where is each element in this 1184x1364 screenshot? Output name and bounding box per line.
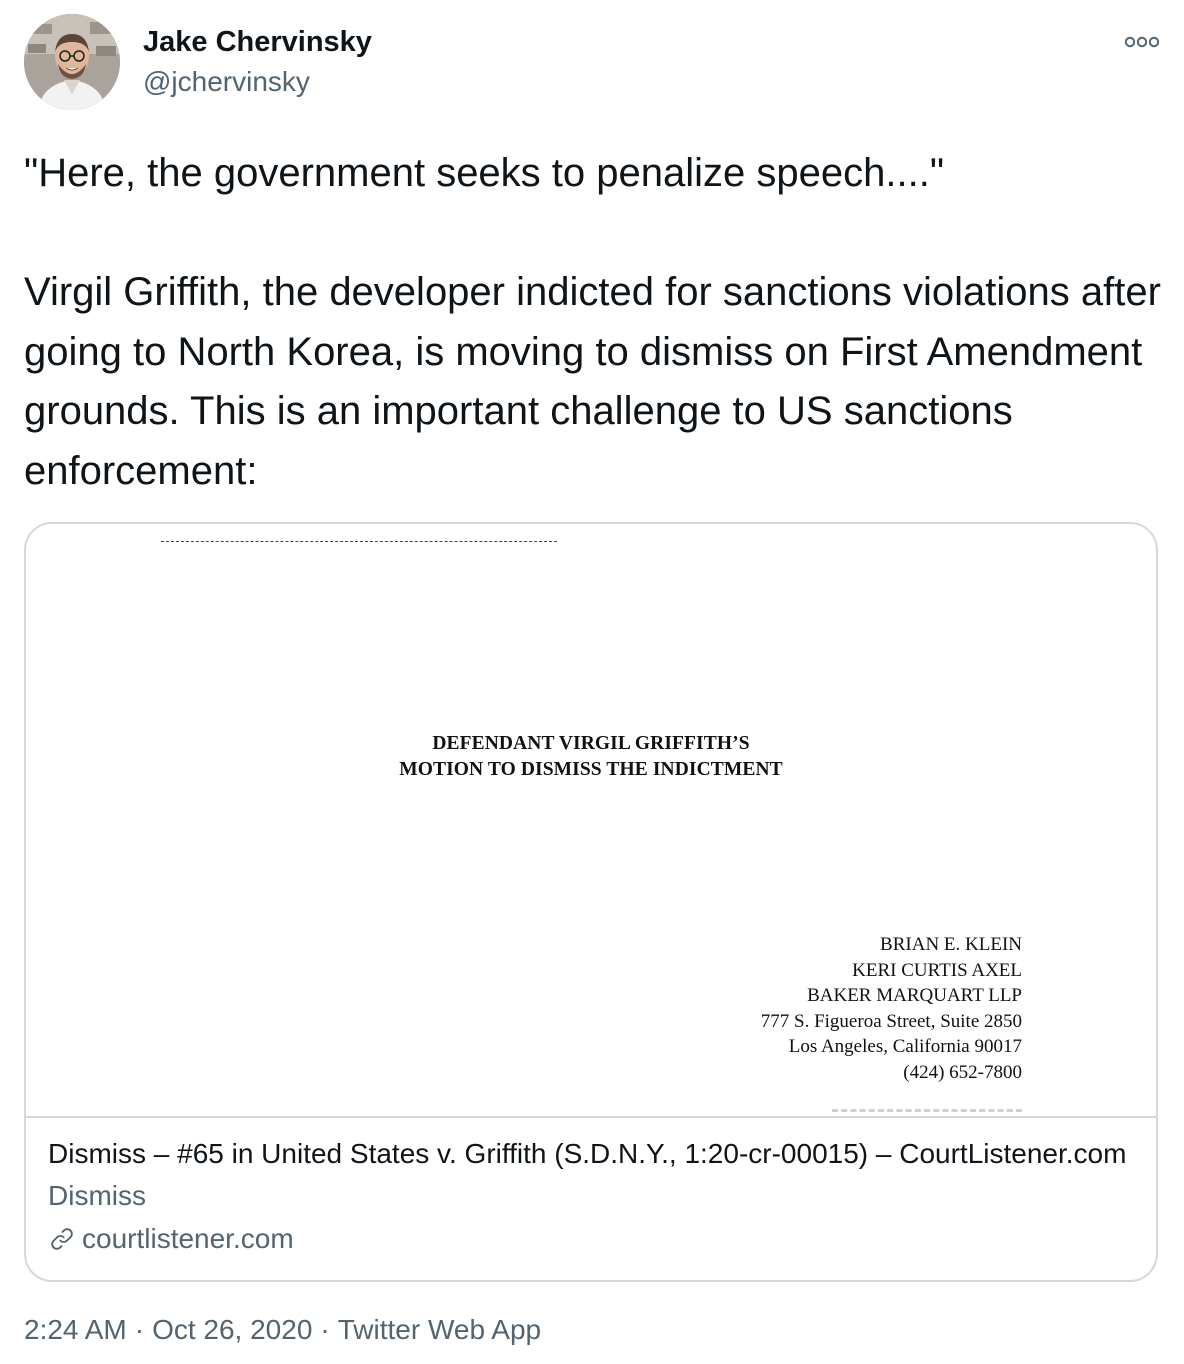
card-domain[interactable]: courtlistener.com	[48, 1219, 1138, 1259]
link-card[interactable]: DEFENDANT VIRGIL GRIFFITH’S MOTION TO DI…	[24, 522, 1158, 1282]
document-dashed-rule	[161, 541, 557, 542]
author-name[interactable]: Jake Chervinsky	[143, 26, 372, 59]
address-line: BAKER MARQUART LLP	[807, 985, 1022, 1007]
address-line: (424) 652-7800	[903, 1061, 1022, 1083]
avatar[interactable]	[24, 14, 120, 110]
document-cutoff-text	[832, 1109, 1022, 1112]
tweet-time[interactable]: 2:24 AM	[24, 1314, 127, 1346]
card-body[interactable]: Dismiss – #65 in United States v. Griffi…	[48, 1134, 1138, 1259]
document-title: DEFENDANT VIRGIL GRIFFITH’S MOTION TO DI…	[26, 731, 1156, 783]
card-title[interactable]: Dismiss – #65 in United States v. Griffi…	[48, 1134, 1136, 1174]
source-app-link[interactable]: Twitter Web App	[338, 1314, 541, 1346]
link-icon	[51, 1228, 73, 1250]
address-line: KERI CURTIS AXEL	[852, 959, 1022, 981]
document-title-line: DEFENDANT VIRGIL GRIFFITH’S	[432, 733, 750, 754]
document-address-block: BRIAN E. KLEIN KERI CURTIS AXEL BAKER MA…	[761, 932, 1022, 1086]
meta-separator: ·	[134, 1314, 145, 1345]
address-line: 777 S. Figueroa Street, Suite 2850	[760, 1010, 1022, 1032]
tweet-metadata: 2:24 AM · Oct 26, 2020 · Twitter Web App	[24, 1314, 541, 1346]
tweet-text: "Here, the government seeks to penalize …	[24, 151, 1161, 493]
avatar-photo	[24, 14, 120, 110]
meta-separator: ·	[320, 1314, 330, 1345]
tweet-date[interactable]: Oct 26, 2020	[152, 1314, 312, 1346]
address-line: Los Angeles, California 90017	[788, 1036, 1022, 1058]
more-options-icon[interactable]	[1120, 28, 1164, 56]
card-document-preview: DEFENDANT VIRGIL GRIFFITH’S MOTION TO DI…	[26, 524, 1156, 1118]
address-line: BRIAN E. KLEIN	[880, 934, 1022, 955]
card-domain-text: courtlistener.com	[82, 1223, 294, 1254]
document-title-line: MOTION TO DISMISS THE INDICTMENT	[399, 759, 783, 780]
card-description: Dismiss	[48, 1180, 146, 1211]
author-handle[interactable]: @jchervinsky	[143, 66, 310, 98]
